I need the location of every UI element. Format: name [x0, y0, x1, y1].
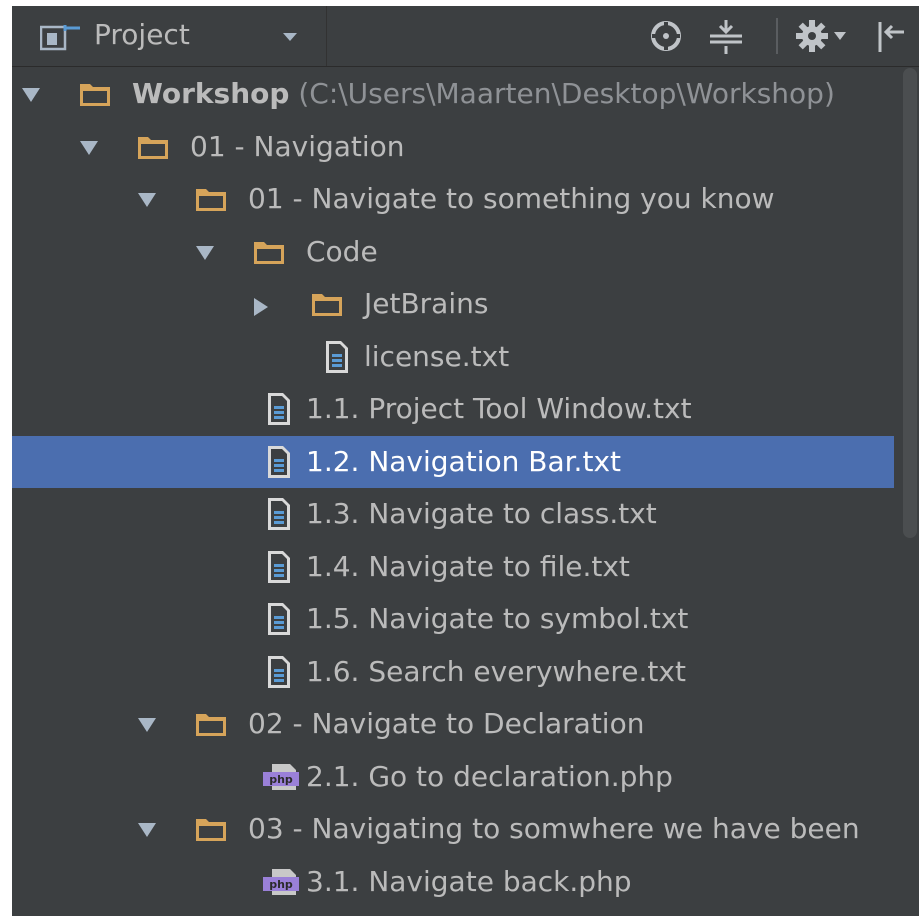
dropdown-arrow-icon[interactable] — [282, 28, 298, 47]
tree-folder-row[interactable]: 01 - Navigation — [12, 121, 894, 173]
svg-text:php: php — [269, 878, 293, 891]
tree-item-label: 3.1. Navigate back.php — [306, 864, 632, 898]
folder-icon — [252, 238, 286, 270]
expand-arrow-icon[interactable] — [136, 821, 158, 843]
vertical-scrollbar[interactable] — [903, 68, 917, 538]
php-file-icon: php — [262, 867, 300, 901]
expand-arrow-icon[interactable] — [136, 191, 158, 213]
text-file-icon — [266, 601, 292, 641]
tree-folder-row[interactable]: 03 - Navigating to somwhere we have been — [12, 803, 894, 855]
project-root-path: (C:\Users\Maarten\Desktop\Workshop) — [289, 77, 835, 110]
project-root-name: Workshop — [132, 77, 290, 110]
expand-arrow-icon[interactable] — [194, 244, 216, 266]
tree-file-row[interactable]: 1.2. Navigation Bar.txt — [12, 435, 894, 488]
tree-item-label: Code — [306, 234, 378, 268]
tree-file-row[interactable]: license.txt — [12, 331, 894, 383]
tree-folder-row[interactable]: Workshop (C:\Users\Maarten\Desktop\Works… — [12, 68, 894, 120]
view-title: Project — [94, 18, 190, 51]
tree-item-label: 1.5. Navigate to symbol.txt — [306, 602, 689, 635]
expand-arrow-icon[interactable] — [20, 86, 42, 108]
expand-arrow-icon[interactable] — [78, 139, 100, 161]
tree-item-label: 03 - Navigating to somwhere we have been — [248, 812, 860, 845]
tree-item-label: 01 - Navigation — [190, 129, 405, 163]
tree-item-label: 1.1. Project Tool Window.txt — [306, 392, 692, 425]
folder-icon — [194, 815, 228, 847]
tree-folder-row[interactable]: 01 - Navigate to something you know — [12, 173, 894, 225]
folder-icon — [194, 710, 228, 742]
php-file-icon: php — [262, 762, 300, 796]
tree-item-label: 1.3. Navigate to class.txt — [306, 497, 657, 530]
svg-text:php: php — [269, 773, 293, 786]
folder-icon — [136, 133, 170, 165]
view-selector[interactable]: Project — [12, 6, 327, 66]
tree-file-row[interactable]: php 2.1. Go to declaration.php — [12, 751, 894, 803]
tree-item-label: 1.2. Navigation Bar.txt — [306, 444, 621, 478]
tree-item-label: JetBrains — [364, 287, 489, 320]
tree-item-label: 2.1. Go to declaration.php — [306, 759, 673, 793]
folder-icon — [194, 185, 228, 217]
tree-item-label: 01 - Navigate to something you know — [248, 182, 775, 215]
tool-window-header: Project — [12, 6, 919, 67]
settings-icon[interactable] — [794, 18, 854, 58]
tree-file-row[interactable]: 1.5. Navigate to symbol.txt — [12, 593, 894, 645]
tree-file-row[interactable]: 1.4. Navigate to file.txt — [12, 541, 894, 593]
text-file-icon — [266, 444, 292, 484]
project-tool-window: Project Workshop (C:\Users\Maarten\Deskt… — [12, 6, 919, 916]
expand-arrow-icon[interactable] — [136, 716, 158, 738]
tree-item-label: 1.6. Search everywhere.txt — [306, 654, 686, 688]
tree-item-label: Workshop (C:\Users\Maarten\Desktop\Works… — [132, 77, 835, 111]
folder-icon — [310, 290, 344, 322]
text-file-icon — [266, 549, 292, 589]
text-file-icon — [266, 496, 292, 536]
project-view-icon — [39, 22, 84, 56]
tree-item-label: 1.4. Navigate to file.txt — [306, 549, 630, 583]
tree-file-row[interactable]: 1.6. Search everywhere.txt — [12, 646, 894, 698]
folder-icon — [78, 80, 112, 112]
text-file-icon — [324, 339, 350, 379]
tree-item-label: 02 - Navigate to Declaration — [248, 707, 645, 740]
hide-icon[interactable] — [874, 18, 914, 58]
tree-file-row[interactable]: 1.1. Project Tool Window.txt — [12, 383, 894, 435]
tree-folder-row[interactable]: Code — [12, 226, 894, 278]
text-file-icon — [266, 391, 292, 431]
locate-icon[interactable] — [648, 18, 684, 58]
tree-folder-row[interactable]: 02 - Navigate to Declaration — [12, 698, 894, 750]
tree-folder-row[interactable]: JetBrains — [12, 278, 894, 330]
text-file-icon — [266, 654, 292, 694]
tree-file-row[interactable]: 1.3. Navigate to class.txt — [12, 488, 894, 540]
collapse-arrow-icon[interactable] — [252, 296, 270, 322]
tree-item-label: license.txt — [364, 339, 510, 373]
toolbar-separator — [776, 18, 778, 54]
tree-file-row[interactable]: php 3.1. Navigate back.php — [12, 856, 894, 908]
collapse-all-icon[interactable] — [706, 18, 746, 58]
